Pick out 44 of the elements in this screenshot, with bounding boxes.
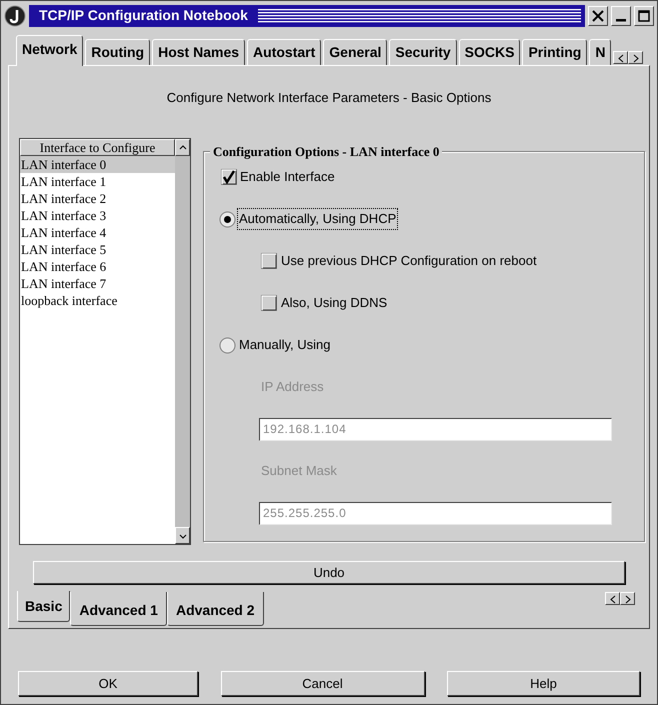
dialog-button[interactable]: Help	[447, 671, 640, 696]
tab[interactable]: Security	[389, 39, 457, 65]
column-header[interactable]: Interface to Configure	[20, 139, 175, 156]
tab[interactable]: Printing	[522, 39, 588, 65]
tab-scroll-arrows[interactable]	[613, 51, 643, 64]
minimize-button[interactable]	[611, 6, 631, 26]
checkbox[interactable]	[261, 253, 277, 269]
tab[interactable]: Basic	[17, 591, 70, 622]
scroll-down-button[interactable]	[175, 527, 190, 544]
sub-tab-scroll-arrows[interactable]	[605, 592, 635, 605]
tab[interactable]: Routing	[85, 39, 150, 65]
tab[interactable]: SOCKS	[458, 39, 520, 65]
checkbox[interactable]	[261, 295, 277, 311]
scrollbar[interactable]	[175, 139, 190, 544]
checkbox-label: Use previous DHCP Configuration on reboot	[281, 252, 537, 270]
radio-label: Manually, Using	[238, 336, 332, 354]
checkbox-label: Enable Interface	[240, 168, 335, 186]
list-item[interactable]: LAN interface 0	[20, 156, 175, 173]
page-heading: Configure Network Interface Parameters - Basic Options	[166, 89, 492, 107]
field-label: IP Address	[261, 378, 324, 396]
window-title: TCP/IP Configuration Notebook	[39, 6, 248, 25]
radio-label: Automatically, Using DHCP	[238, 209, 398, 229]
scroll-up-button[interactable]	[175, 139, 190, 156]
tab[interactable]: General	[323, 39, 388, 65]
radio-button[interactable]	[219, 336, 236, 354]
tab[interactable]: Network	[16, 35, 84, 66]
undo-button[interactable]: Undo	[33, 561, 625, 584]
dialog-button[interactable]: OK	[18, 671, 198, 696]
maximize-icon	[638, 10, 650, 22]
app-logo-icon	[4, 4, 26, 26]
tab[interactable]: Host Names	[152, 39, 246, 65]
tab[interactable]: Advanced 2	[166, 592, 264, 626]
tab[interactable]: Advanced 1	[70, 592, 167, 626]
field-label: Subnet Mask	[261, 462, 337, 480]
minimize-icon	[616, 18, 626, 22]
radio-button[interactable]	[219, 210, 236, 228]
close-icon	[592, 10, 604, 22]
tab[interactable]: Autostart	[247, 39, 322, 65]
dialog-button[interactable]: Cancel	[220, 671, 424, 696]
checkbox-label: Also, Using DDNS	[281, 294, 388, 312]
tab[interactable]: N	[589, 39, 612, 65]
close-button[interactable]	[588, 6, 608, 26]
maximize-button[interactable]	[634, 6, 654, 26]
checkbox[interactable]	[221, 169, 237, 185]
